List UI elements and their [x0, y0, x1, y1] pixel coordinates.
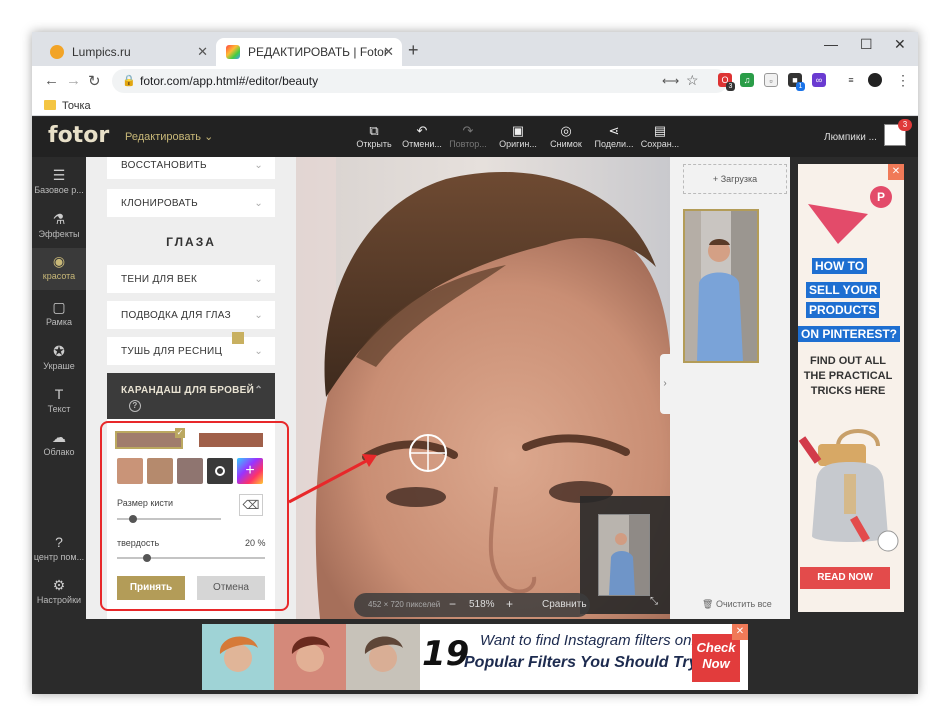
navigator-image [599, 515, 649, 595]
expand-icon[interactable]: ⤡ [650, 596, 658, 607]
image-thumbnail[interactable] [683, 209, 759, 363]
ad-line-3: PRODUCTS [806, 302, 880, 318]
ad-find-line-1: FIND OUT ALL [810, 355, 886, 367]
pinterest-icon: P [870, 186, 892, 208]
ad-line-2: Popular Filters You Should Try [464, 654, 698, 671]
ad-photos [202, 624, 420, 690]
image-dimensions: 452 × 720 пикселей [368, 600, 441, 609]
ad-line-2: SELL YOUR [806, 282, 881, 298]
navigator-thumbnail [598, 514, 650, 596]
check-label: Check [696, 640, 736, 655]
ad-pinterest[interactable]: ✕ P HOW TO SELL YOUR PRODUCTS ON PINTERE… [798, 164, 904, 612]
zoom-out-button[interactable]: − [449, 597, 456, 611]
compare-button[interactable]: Сравнить [542, 599, 587, 610]
read-now-button[interactable]: READ NOW [800, 567, 890, 589]
upload-label: Загрузка [720, 174, 758, 184]
clear-all-label: Очистить все [715, 599, 772, 609]
thumbnail-image [685, 211, 757, 361]
ad-close-icon[interactable]: ✕ [888, 164, 904, 180]
ad-close-icon[interactable]: ✕ [732, 624, 748, 640]
now-label: Now [702, 656, 730, 671]
image-list-panel: + Загрузка 🗑 Очистить все [670, 157, 790, 619]
zoom-in-button[interactable]: + [506, 597, 513, 611]
upload-button[interactable]: + Загрузка [683, 164, 787, 194]
ad-find-line-2: THE PRACTICAL [803, 370, 893, 382]
ad-line-4: ON PINTEREST? [798, 326, 901, 342]
plus-icon: + [712, 174, 719, 184]
ad-instagram-filters[interactable]: 19 Want to find Instagram filters online… [202, 624, 748, 690]
ad-find-text: FIND OUT ALL THE PRACTICAL TRICKS HERE [798, 354, 898, 399]
ad-line-1: HOW TO [812, 258, 868, 274]
zoom-level: 518% [469, 599, 495, 610]
browser-window: Lumpics.ru ✕ РЕДАКТИРОВАТЬ | Fotor ✕ + —… [32, 32, 918, 694]
ad-number: 19 [422, 634, 470, 674]
handbag-image [798, 429, 899, 552]
trash-icon: 🗑 [702, 599, 714, 609]
ad-line-1: Want to find Instagram filters online? [480, 632, 724, 649]
check-now-button[interactable]: Check Now [692, 634, 740, 682]
ad-find-line-3: TRICKS HERE [810, 385, 886, 397]
collapse-panel-button[interactable]: › [660, 354, 670, 414]
navigator-preview[interactable]: ⤡ [580, 496, 670, 614]
zoom-bar: 452 × 720 пикселей − 518% + Сравнить [354, 593, 590, 617]
clear-all-button[interactable]: 🗑 Очистить все [702, 599, 772, 610]
decor-triangle [808, 204, 868, 244]
